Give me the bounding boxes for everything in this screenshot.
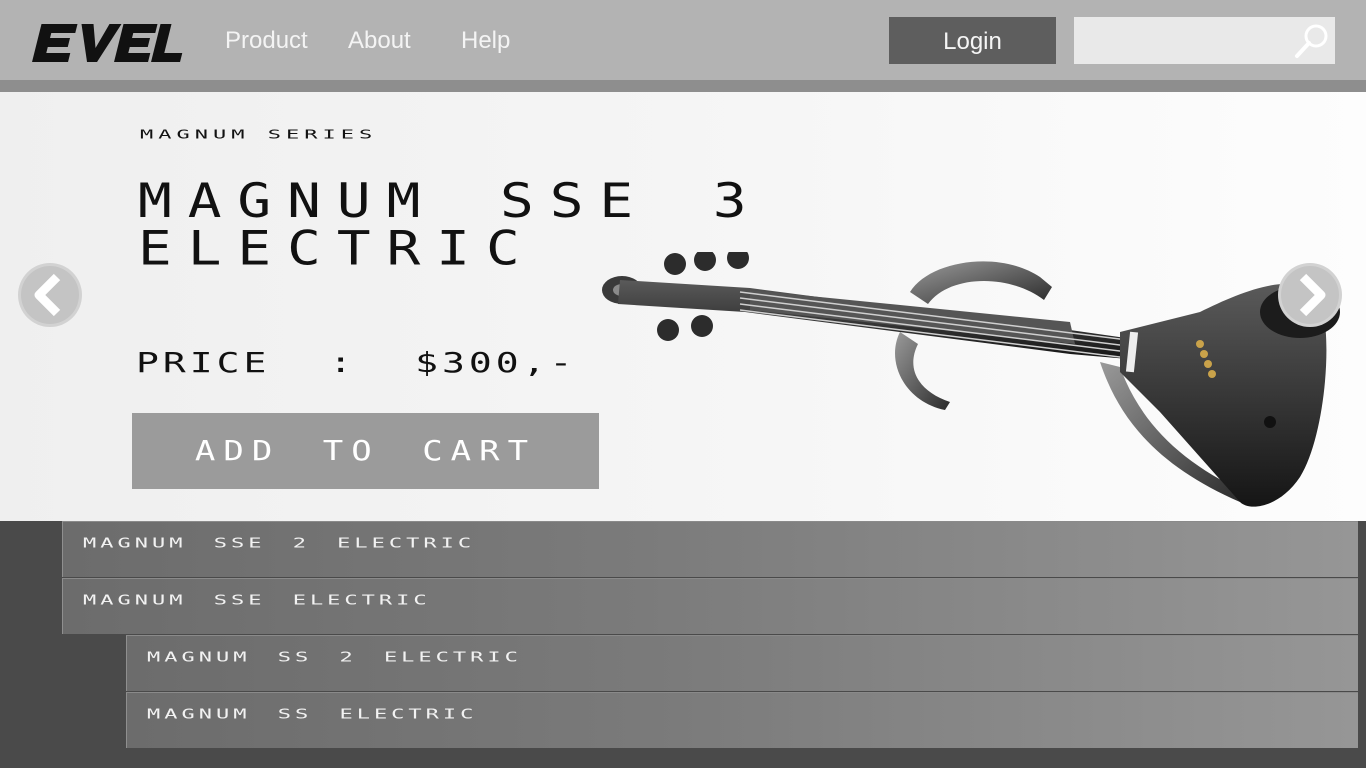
- model-list-item[interactable]: MAGNUM SS 2 ELECTRIC: [126, 635, 1358, 691]
- brand-logo[interactable]: [28, 22, 184, 64]
- model-list-item-label: MAGNUM SS 2 ELECTRIC: [147, 650, 522, 665]
- model-list-item-label: MAGNUM SSE 2 ELECTRIC: [83, 536, 476, 551]
- login-button[interactable]: Login: [889, 17, 1056, 64]
- nav-about-link[interactable]: About: [348, 26, 411, 56]
- top-navigation-bar: Product About Help Login: [0, 0, 1366, 80]
- model-list-item[interactable]: MAGNUM SSE 2 ELECTRIC: [62, 521, 1358, 577]
- carousel-next-arrow-icon[interactable]: [1277, 262, 1343, 328]
- price-label: PRICE: [136, 347, 271, 379]
- product-hero: MAGNUM SERIES MAGNUM SSE 3 ELECTRIC PRIC…: [0, 92, 1366, 521]
- header-divider: [0, 80, 1366, 92]
- search-input[interactable]: [1074, 17, 1284, 64]
- model-list-item-label: MAGNUM SSE ELECTRIC: [83, 593, 431, 608]
- search-box: [1074, 17, 1335, 64]
- nav-product-link[interactable]: Product: [225, 26, 308, 56]
- add-to-cart-label: ADD TO CART: [194, 435, 537, 467]
- search-icon[interactable]: [1292, 21, 1332, 61]
- model-list-item-label: MAGNUM SS ELECTRIC: [147, 707, 478, 722]
- product-image-violin: [602, 252, 1340, 507]
- series-label: MAGNUM SERIES: [140, 128, 378, 142]
- price-row: PRICE : $300,-: [136, 347, 576, 379]
- model-list-item[interactable]: MAGNUM SS ELECTRIC: [126, 692, 1358, 748]
- carousel-prev-arrow-icon[interactable]: [17, 262, 83, 328]
- model-list-item[interactable]: MAGNUM SSE ELECTRIC: [62, 578, 1358, 634]
- price-separator: :: [329, 347, 357, 379]
- price-value: $300,-: [415, 347, 577, 379]
- nav-help-link[interactable]: Help: [461, 26, 510, 56]
- add-to-cart-button[interactable]: ADD TO CART: [132, 413, 599, 489]
